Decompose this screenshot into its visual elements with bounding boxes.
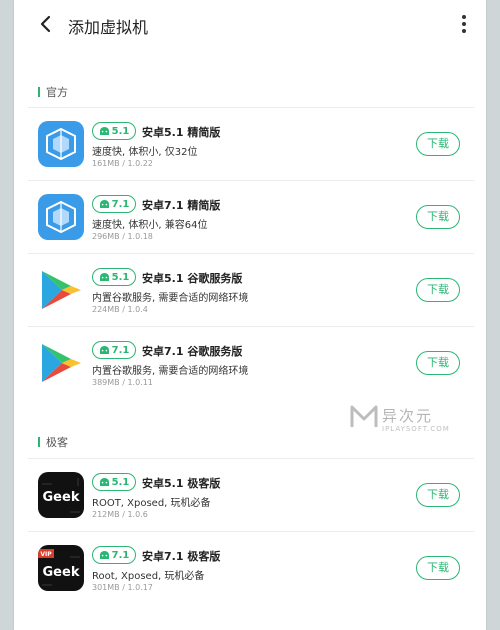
item-description: 内置谷歌服务, 需要合适的网络环境 (92, 293, 249, 304)
item-description: 速度快, 体积小, 仅32位 (92, 147, 198, 158)
watermark: 异次元 IPLAYSOFT.COM (350, 405, 449, 433)
geek-vip-icon: VIP Geek (38, 545, 84, 591)
version-badge: 5.1 (92, 268, 136, 286)
version-badge: 7.1 (92, 341, 136, 359)
item-description: ROOT, Xposed, 玩机必备 (92, 498, 211, 509)
version-badge: 5.1 (92, 473, 136, 491)
download-button[interactable]: 下载 (416, 132, 460, 156)
download-button[interactable]: 下载 (416, 483, 460, 507)
download-button[interactable]: 下载 (416, 205, 460, 229)
item-meta: 296MB / 1.0.18 (92, 232, 153, 241)
download-button[interactable]: 下载 (416, 351, 460, 375)
watermark-logo-icon (350, 405, 378, 427)
google-play-icon (38, 340, 84, 386)
section-marker (38, 437, 40, 447)
item-name: 安卓5.1 精简版 (142, 126, 221, 139)
section-label-text: 官方 (46, 86, 68, 99)
app-bar: 添加虚拟机 (14, 0, 486, 48)
android-icon (99, 551, 109, 559)
item-description: Root, Xposed, 玩机必备 (92, 571, 205, 582)
android-icon (99, 200, 109, 208)
item-name: 安卓7.1 精简版 (142, 199, 221, 212)
geek-icon-text: Geek (43, 565, 80, 580)
version-text: 5.1 (111, 476, 130, 488)
item-name: 安卓7.1 极客版 (142, 550, 221, 563)
version-badge: 5.1 (92, 122, 136, 140)
section-label-geek: 极客 (38, 434, 68, 450)
google-play-icon (38, 267, 84, 313)
vmos-cube-icon (38, 194, 84, 240)
more-options-icon[interactable] (460, 12, 468, 36)
item-meta: 301MB / 1.0.17 (92, 583, 153, 592)
list-item: VIP Geek 7.1 安卓7.1 极客版 Root, Xposed, 玩机必… (28, 531, 474, 604)
page-title: 添加虚拟机 (68, 18, 149, 37)
item-name: 安卓7.1 谷歌服务版 (142, 345, 243, 358)
item-meta: 224MB / 1.0.4 (92, 305, 148, 314)
item-description: 速度快, 体积小, 兼容64位 (92, 220, 208, 231)
screen: 添加虚拟机 官方 5.1 安卓5.1 精简版 速度快, 体积小, 仅32位 16… (14, 0, 486, 630)
version-text: 7.1 (111, 344, 130, 356)
version-badge: 7.1 (92, 546, 136, 564)
list-item: 5.1 安卓5.1 谷歌服务版 内置谷歌服务, 需要合适的网络环境 224MB … (28, 253, 474, 326)
vip-badge-text: VIP (40, 551, 52, 558)
vmos-cube-icon (38, 121, 84, 167)
android-icon (99, 127, 109, 135)
version-text: 7.1 (111, 549, 130, 561)
section-label-text: 极客 (46, 436, 68, 449)
back-arrow-icon[interactable] (36, 12, 56, 36)
item-meta: 389MB / 1.0.11 (92, 378, 153, 387)
download-button[interactable]: 下载 (416, 556, 460, 580)
android-icon (99, 478, 109, 486)
version-text: 5.1 (111, 125, 130, 137)
section-label-official: 官方 (38, 84, 68, 100)
watermark-subtext: IPLAYSOFT.COM (382, 425, 450, 433)
item-meta: 161MB / 1.0.22 (92, 159, 153, 168)
item-name: 安卓5.1 极客版 (142, 477, 221, 490)
list-item: 7.1 安卓7.1 精简版 速度快, 体积小, 兼容64位 296MB / 1.… (28, 180, 474, 253)
android-icon (99, 346, 109, 354)
list-item: 7.1 安卓7.1 谷歌服务版 内置谷歌服务, 需要合适的网络环境 389MB … (28, 326, 474, 399)
item-name: 安卓5.1 谷歌服务版 (142, 272, 243, 285)
android-icon (99, 273, 109, 281)
version-badge: 7.1 (92, 195, 136, 213)
version-text: 7.1 (111, 198, 130, 210)
section-marker (38, 87, 40, 97)
watermark-text: 异次元 (382, 407, 434, 425)
geek-icon: Geek (38, 472, 84, 518)
list-item: 5.1 安卓5.1 精简版 速度快, 体积小, 仅32位 161MB / 1.0… (28, 107, 474, 180)
geek-icon-text: Geek (43, 490, 80, 505)
download-button[interactable]: 下载 (416, 278, 460, 302)
version-text: 5.1 (111, 271, 130, 283)
item-description: 内置谷歌服务, 需要合适的网络环境 (92, 366, 249, 377)
item-meta: 212MB / 1.0.6 (92, 510, 148, 519)
list-item: Geek 5.1 安卓5.1 极客版 ROOT, Xposed, 玩机必备 21… (28, 458, 474, 531)
